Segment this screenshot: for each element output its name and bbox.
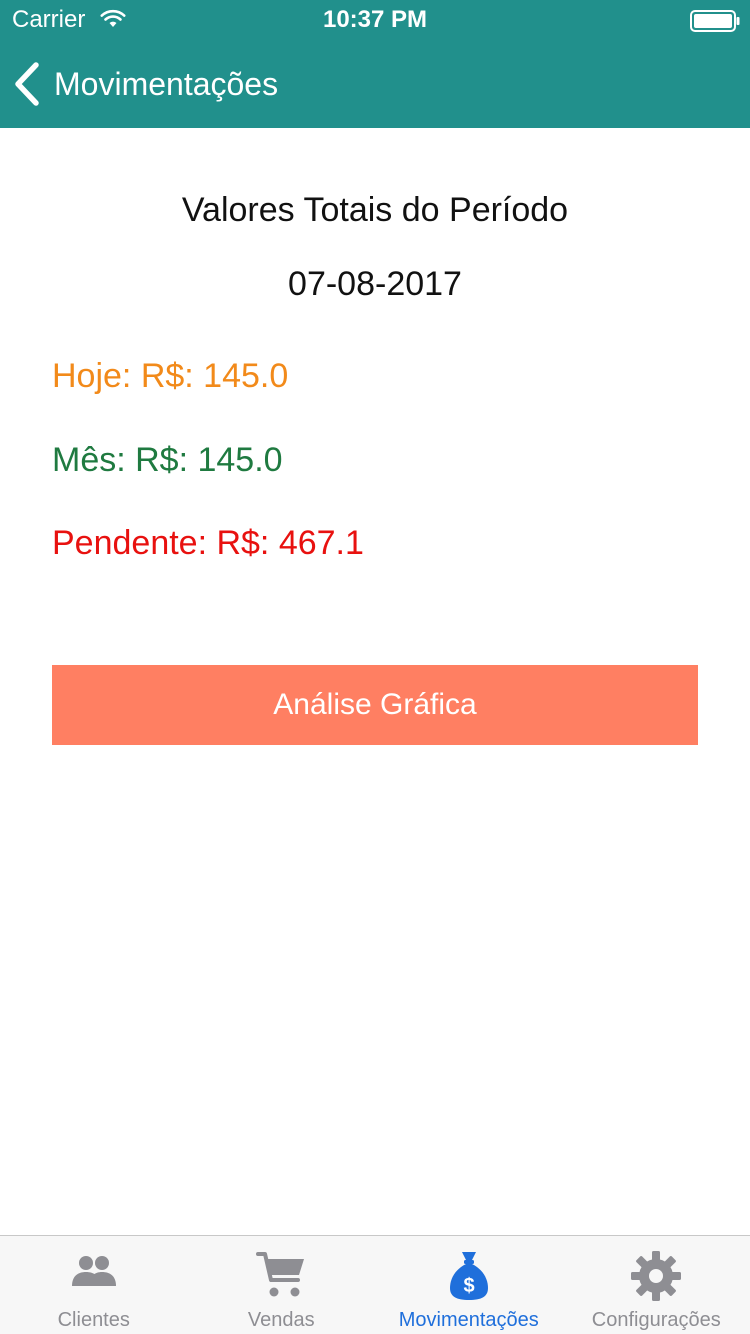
status-bar: Carrier 10:37 PM: [0, 0, 750, 40]
nav-bar: Movimentações: [0, 40, 750, 128]
chart-analysis-button[interactable]: Análise Gráfica: [52, 665, 698, 745]
money-bag-icon: $: [449, 1252, 488, 1300]
tab-configuracoes[interactable]: Configurações: [563, 1236, 750, 1334]
top-bar: Carrier 10:37 PM Movimentações: [0, 0, 750, 128]
tab-label: Vendas: [247, 1309, 315, 1331]
month-total: Mês: R$: 145.0: [52, 441, 283, 479]
gear-icon: [631, 1251, 682, 1301]
screen: Carrier 10:37 PM Movimentações Valores T…: [0, 0, 750, 1334]
svg-text:$: $: [463, 1275, 474, 1297]
back-button[interactable]: Movimentações: [12, 40, 278, 128]
page-title: Movimentações: [54, 66, 279, 102]
today-total: Hoje: R$: 145.0: [52, 357, 289, 395]
chevron-left-icon: [15, 62, 39, 106]
tab-clientes[interactable]: Clientes: [0, 1236, 188, 1334]
status-time: 10:37 PM: [322, 6, 428, 33]
tab-label: Movimentações: [398, 1309, 539, 1331]
tab-vendas[interactable]: Vendas: [188, 1236, 376, 1334]
tab-bar: Clientes Vendas $ Movimentações Configur…: [0, 1235, 750, 1334]
tab-label: Clientes: [57, 1309, 130, 1331]
tab-label: Configurações: [591, 1309, 721, 1331]
period-title: Valores Totais do Período: [181, 191, 569, 229]
battery-icon: [690, 10, 740, 32]
pending-total: Pendente: R$: 467.1: [52, 524, 364, 562]
period-date: 07-08-2017: [288, 265, 462, 303]
tab-movimentacoes[interactable]: $ Movimentações: [375, 1236, 563, 1334]
users-icon: [71, 1256, 116, 1286]
cart-icon: [256, 1252, 305, 1297]
main-content: Valores Totais do Período 07-08-2017 Hoj…: [0, 128, 750, 1235]
